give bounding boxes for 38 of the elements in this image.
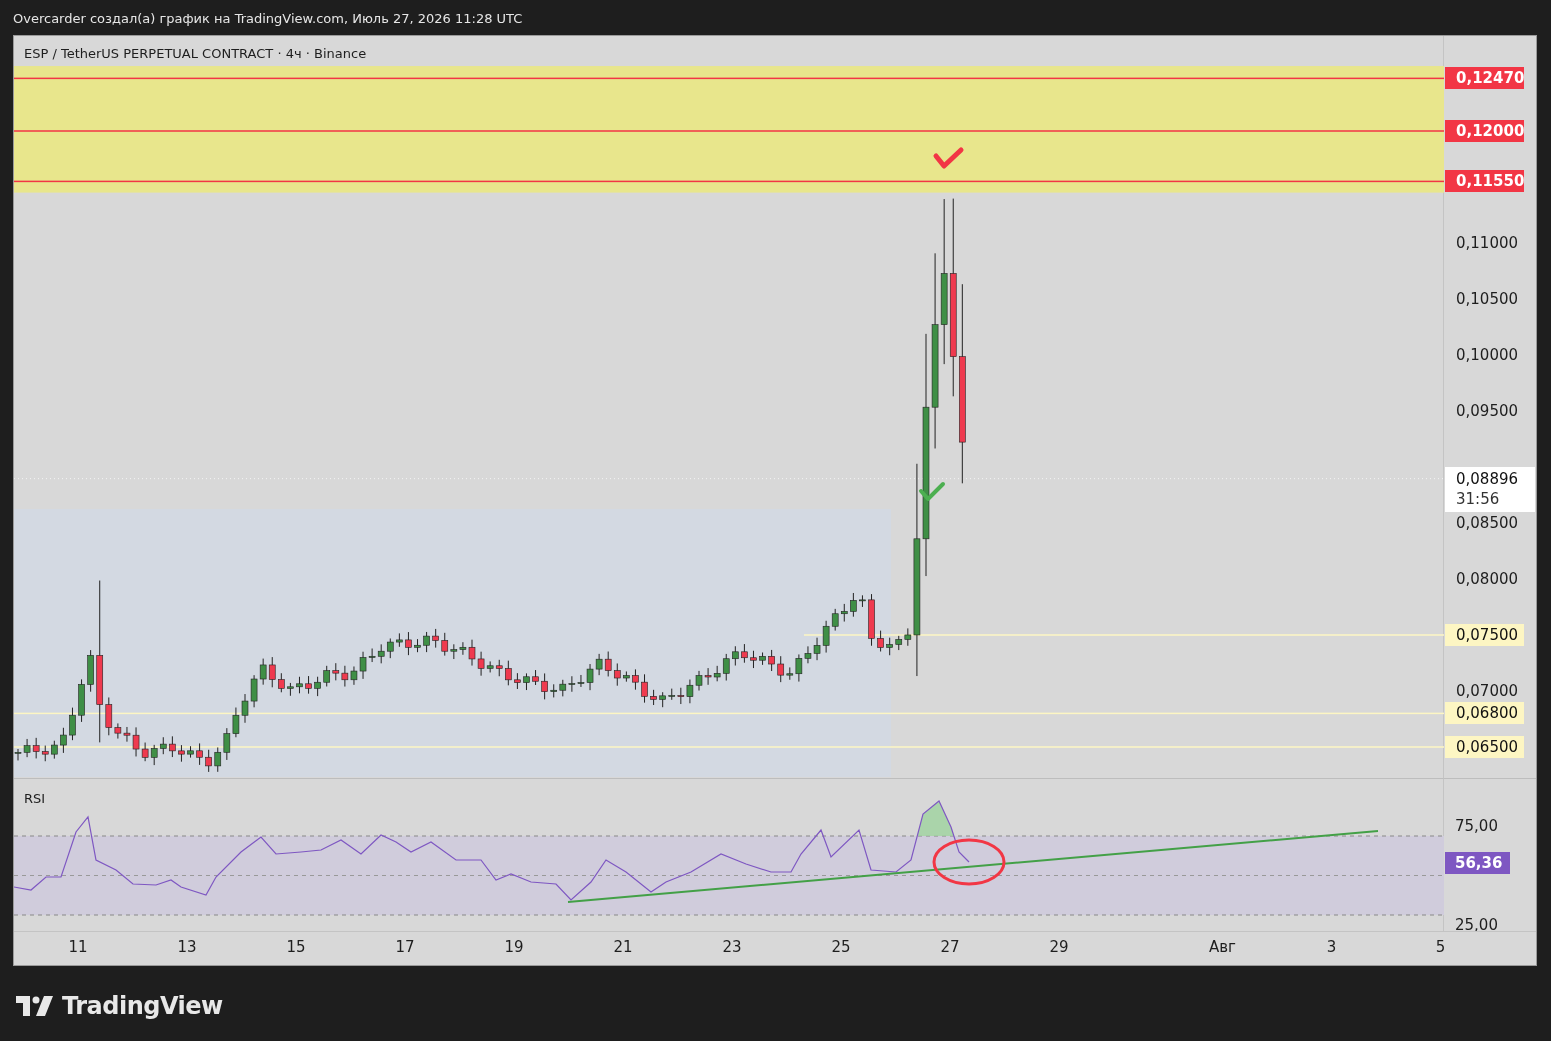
date-label: 15	[286, 938, 306, 956]
price-label: 0,11000	[1455, 233, 1520, 254]
date-label: 25	[831, 938, 851, 956]
check-mark-icon	[919, 482, 945, 501]
check-mark-icon	[933, 147, 964, 169]
price-label: 0,07000	[1455, 681, 1520, 702]
date-label: Авг	[1209, 938, 1236, 956]
date-label: 21	[613, 938, 633, 956]
date-label: 13	[177, 938, 197, 956]
price-label: 0,12000	[1445, 120, 1524, 142]
price-label: 0,06500	[1445, 736, 1524, 758]
logo-icon	[16, 996, 54, 1016]
date-label: 5	[1435, 938, 1446, 956]
date-label: 11	[68, 938, 88, 956]
date-label: 3	[1326, 938, 1337, 956]
rsi-value-label: 56,36	[1445, 851, 1511, 874]
chart-caption: Overcarder создал(а) график на TradingView.com, Июль 27, 2026 11:28 UTC	[12, 10, 524, 28]
date-label: 19	[504, 938, 524, 956]
date-label: 17	[395, 938, 415, 956]
rsi-value-label: 75,00	[1455, 816, 1498, 838]
price-label: 0,06800	[1445, 702, 1524, 725]
date-label: 29	[1049, 938, 1069, 956]
price-label: 0,10000	[1455, 345, 1520, 366]
brand-name: TradingView	[62, 992, 223, 1020]
date-label: 23	[722, 938, 742, 956]
date-label: 27	[940, 938, 960, 956]
symbol-title: ESP / TetherUS PERPETUAL CONTRACT · 4ч · Binance	[24, 46, 367, 61]
price-label: 0,08500	[1455, 513, 1520, 534]
price-label: 0,07500	[1445, 624, 1524, 646]
price-label: 0,12470	[1445, 67, 1524, 90]
bar-countdown: 31:56	[1456, 488, 1501, 509]
price-label: 0,08000	[1455, 569, 1520, 590]
rsi-value-label: 25,00	[1455, 914, 1498, 936]
indicator-label: RSI	[24, 791, 46, 806]
current-price: 0,08896	[1456, 468, 1520, 489]
price-label: 0,09500	[1455, 401, 1520, 422]
price-label: 0,10500	[1455, 289, 1520, 310]
price-label: 0,11550	[1445, 170, 1524, 193]
